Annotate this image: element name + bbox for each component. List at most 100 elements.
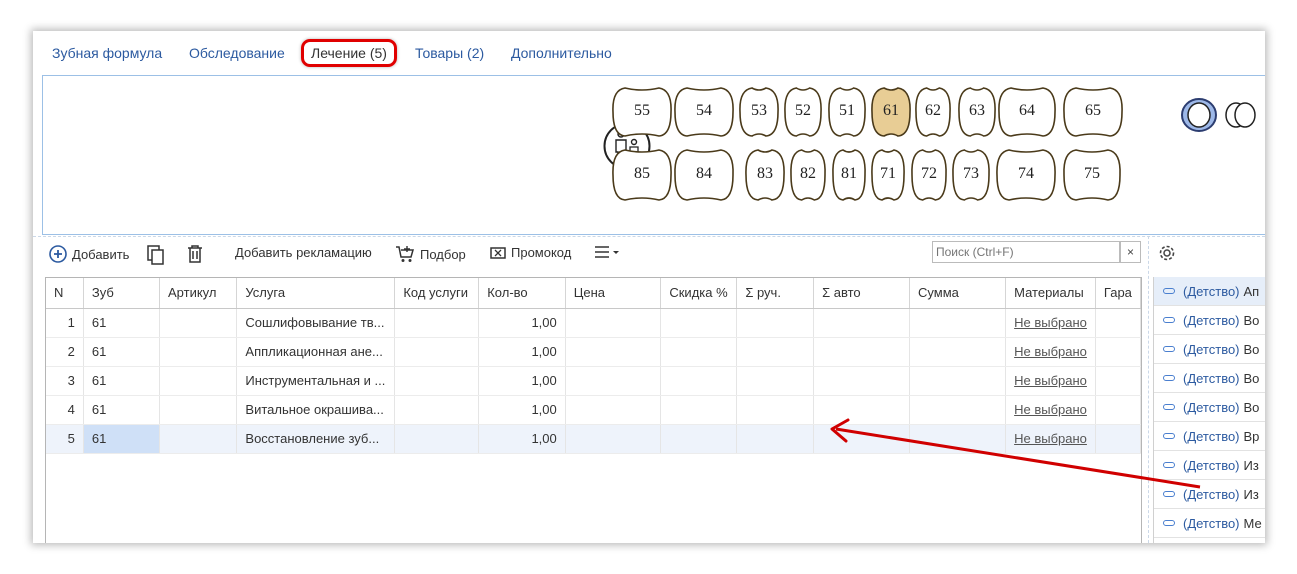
tooth-83[interactable]: 83 bbox=[744, 148, 786, 202]
column-header[interactable]: N bbox=[46, 278, 84, 309]
table-cell[interactable] bbox=[1095, 308, 1141, 338]
tooth-82[interactable]: 82 bbox=[789, 148, 827, 202]
tab-goods[interactable]: Товары (2) bbox=[415, 45, 484, 61]
tooth-85[interactable]: 85 bbox=[611, 148, 673, 202]
catalog-item[interactable]: (Детство) Ап bbox=[1154, 277, 1265, 306]
selection-button[interactable]: Подбор bbox=[395, 245, 466, 263]
more-menu-button[interactable] bbox=[594, 245, 620, 259]
table-cell[interactable] bbox=[736, 424, 815, 454]
table-row[interactable]: 4 61 Витальное окрашива... 1,00 Не выбрано bbox=[46, 395, 1141, 425]
table-cell[interactable] bbox=[660, 424, 738, 454]
catalog-item[interactable]: (Детство) Во bbox=[1154, 335, 1265, 364]
table-cell[interactable]: Не выбрано bbox=[1005, 424, 1096, 454]
table-cell[interactable]: 4 bbox=[46, 395, 84, 425]
table-cell[interactable] bbox=[565, 366, 662, 396]
table-cell[interactable] bbox=[813, 308, 911, 338]
table-cell[interactable]: 61 bbox=[83, 395, 161, 425]
table-cell[interactable] bbox=[1095, 337, 1141, 367]
table-cell[interactable] bbox=[813, 424, 911, 454]
teeth-pair-icon[interactable] bbox=[1223, 100, 1259, 130]
column-header[interactable]: Материалы bbox=[1005, 278, 1096, 309]
column-header[interactable]: Кол-во bbox=[478, 278, 566, 309]
table-cell[interactable] bbox=[394, 424, 480, 454]
table-cell[interactable] bbox=[813, 395, 911, 425]
column-header[interactable]: Гара bbox=[1095, 278, 1141, 309]
catalog-item[interactable]: (Детство) Во bbox=[1154, 306, 1265, 335]
table-cell[interactable] bbox=[159, 366, 238, 396]
promo-button[interactable]: Промокод bbox=[490, 245, 571, 260]
catalog-item[interactable]: (Детство) Из bbox=[1154, 480, 1265, 509]
table-cell[interactable] bbox=[159, 395, 238, 425]
column-header[interactable]: Сумма bbox=[909, 278, 1007, 309]
tooth-51[interactable]: 51 bbox=[827, 86, 867, 138]
table-cell[interactable]: 1,00 bbox=[478, 337, 566, 367]
tooth-62[interactable]: 62 bbox=[914, 86, 952, 138]
search-input[interactable] bbox=[932, 241, 1120, 263]
tab-treatment[interactable]: Лечение (5) bbox=[301, 39, 397, 67]
table-cell[interactable] bbox=[565, 337, 662, 367]
materials-link[interactable]: Не выбрано bbox=[1014, 373, 1087, 388]
table-cell[interactable] bbox=[660, 395, 738, 425]
table-cell[interactable]: Витальное окрашива... bbox=[236, 395, 396, 425]
tooth-53[interactable]: 53 bbox=[738, 86, 780, 138]
table-cell[interactable] bbox=[909, 395, 1007, 425]
table-cell[interactable] bbox=[813, 366, 911, 396]
table-cell[interactable]: 5 bbox=[46, 424, 84, 454]
table-cell[interactable] bbox=[909, 337, 1007, 367]
table-cell[interactable]: Не выбрано bbox=[1005, 395, 1096, 425]
tooth-52[interactable]: 52 bbox=[783, 86, 823, 138]
table-cell[interactable] bbox=[1095, 395, 1141, 425]
table-cell[interactable] bbox=[159, 424, 238, 454]
table-cell[interactable]: Аппликационная ане... bbox=[236, 337, 396, 367]
table-cell[interactable] bbox=[394, 337, 480, 367]
column-header[interactable]: Σ руч. bbox=[736, 278, 815, 309]
column-header[interactable]: Услуга bbox=[236, 278, 396, 309]
table-cell[interactable] bbox=[909, 424, 1007, 454]
tooth-81[interactable]: 81 bbox=[831, 148, 867, 202]
materials-link[interactable]: Не выбрано bbox=[1014, 431, 1087, 446]
table-cell[interactable]: Восстановление зуб... bbox=[236, 424, 396, 454]
search-clear-button[interactable]: × bbox=[1120, 241, 1141, 263]
copy-button[interactable] bbox=[147, 245, 165, 265]
table-cell[interactable]: 61 bbox=[83, 308, 161, 338]
tab-examination[interactable]: Обследование bbox=[189, 45, 285, 61]
add-button[interactable]: Добавить bbox=[49, 245, 129, 263]
tooth-65[interactable]: 65 bbox=[1062, 86, 1124, 138]
column-header[interactable]: Артикул bbox=[159, 278, 238, 309]
table-cell[interactable]: Не выбрано bbox=[1005, 366, 1096, 396]
gear-icon[interactable] bbox=[1157, 243, 1177, 263]
table-cell[interactable] bbox=[1095, 424, 1141, 454]
table-cell[interactable]: Сошлифовывание тв... bbox=[236, 308, 396, 338]
table-cell[interactable]: Не выбрано bbox=[1005, 337, 1096, 367]
table-cell[interactable] bbox=[159, 337, 238, 367]
table-cell[interactable] bbox=[394, 395, 480, 425]
column-header[interactable]: Код услуги bbox=[394, 278, 480, 309]
table-cell[interactable] bbox=[394, 308, 480, 338]
table-cell[interactable]: Не выбрано bbox=[1005, 308, 1096, 338]
tooth-74[interactable]: 74 bbox=[995, 148, 1057, 202]
tab-additional[interactable]: Дополнительно bbox=[511, 45, 612, 61]
table-row[interactable]: 2 61 Аппликационная ане... 1,00 Не выбрано bbox=[46, 337, 1141, 367]
tooth-71[interactable]: 71 bbox=[870, 148, 906, 202]
table-cell[interactable]: 61 bbox=[83, 424, 161, 454]
table-cell[interactable]: 1 bbox=[46, 308, 84, 338]
table-cell[interactable] bbox=[909, 366, 1007, 396]
table-cell[interactable] bbox=[660, 366, 738, 396]
table-cell[interactable] bbox=[736, 366, 815, 396]
table-cell[interactable]: 61 bbox=[83, 337, 161, 367]
catalog-item[interactable]: (Детство) Во bbox=[1154, 393, 1265, 422]
tooth-75[interactable]: 75 bbox=[1062, 148, 1122, 202]
table-cell[interactable] bbox=[660, 308, 738, 338]
add-claim-button[interactable]: Добавить рекламацию bbox=[235, 245, 372, 260]
tooth-55[interactable]: 55 bbox=[611, 86, 673, 138]
column-header[interactable]: Σ авто bbox=[813, 278, 911, 309]
table-cell[interactable] bbox=[736, 308, 815, 338]
catalog-item[interactable]: (Детство) Из bbox=[1154, 451, 1265, 480]
table-cell[interactable]: 1,00 bbox=[478, 395, 566, 425]
table-row[interactable]: 3 61 Инструментальная и ... 1,00 Не выбрано bbox=[46, 366, 1141, 396]
table-cell[interactable] bbox=[159, 308, 238, 338]
table-cell[interactable]: Инструментальная и ... bbox=[236, 366, 396, 396]
table-cell[interactable] bbox=[1095, 366, 1141, 396]
catalog-item[interactable]: (Детство) Во bbox=[1154, 364, 1265, 393]
table-cell[interactable]: 1,00 bbox=[478, 366, 566, 396]
